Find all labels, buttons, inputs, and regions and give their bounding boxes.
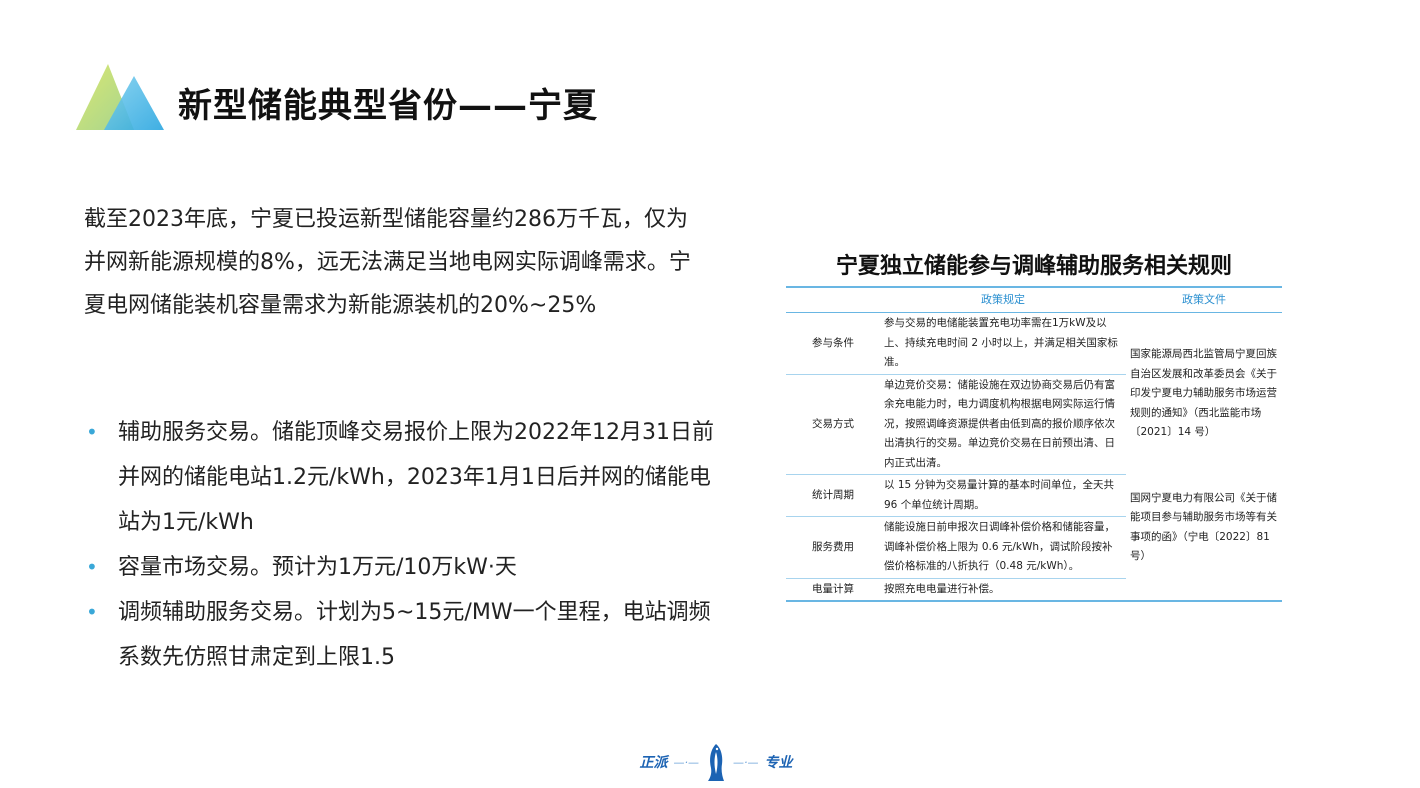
page-title: 新型储能典型省份——宁夏 <box>178 86 598 126</box>
intro-paragraph: 截至2023年底，宁夏已投运新型储能容量约286万千瓦，仅为并网新能源规模的8%… <box>84 207 691 318</box>
category-cell: 统计周期 <box>786 474 880 517</box>
bullet-text: 调频辅助服务交易。计划为5~15元/MW一个里程，电站调频系数先仿照甘肃定到上限… <box>118 600 711 670</box>
table-row: 统计周期 以 15 分钟为交易量计算的基本时间单位，全天共 96 个单位统计周期… <box>786 474 1282 562</box>
list-item: • 容量市场交易。预计为1万元/10万kW·天 <box>84 545 714 590</box>
bullet-dot-icon: • <box>86 420 98 444</box>
table-header-cell: 政策文件 <box>1126 286 1282 313</box>
rule-cell: 单边竞价交易：储能设施在双边协商交易后仍有富余充电能力时，电力调度机构根据电网实… <box>880 374 1126 475</box>
bullet-list: • 辅助服务交易。储能顶峰交易报价上限为2022年12月31日前并网的储能电站1… <box>84 410 714 680</box>
bullet-dot-icon: • <box>86 555 98 579</box>
category-cell: 服务费用 <box>786 516 880 579</box>
document-cell: 国家能源局西北监管局宁夏回族自治区发展和改革委员会《关于印发宁夏电力辅助服务市场… <box>1130 348 1277 438</box>
rule-cell: 储能设施日前申报次日调峰补偿价格和储能容量，调峰补偿价格上限为 0.6 元/kW… <box>880 516 1126 579</box>
list-item: • 辅助服务交易。储能顶峰交易报价上限为2022年12月31日前并网的储能电站1… <box>84 410 714 545</box>
footer-right-text: 专业 <box>764 755 793 771</box>
list-item: • 调频辅助服务交易。计划为5~15元/MW一个里程，电站调频系数先仿照甘肃定到… <box>84 590 714 680</box>
footer-brand: 正派 —·— —·— 专业 <box>636 740 796 784</box>
rule-cell: 按照充电电量进行补偿。 <box>880 578 1126 602</box>
penguin-mascot-icon <box>708 744 724 781</box>
table-header-cell <box>786 286 880 313</box>
rule-cell: 参与交易的电储能装置充电功率需在1万kW及以上、持续充电时间 2 小时以上，并满… <box>880 312 1126 375</box>
bullet-text: 容量市场交易。预计为1万元/10万kW·天 <box>118 555 517 580</box>
empty-cell <box>1126 578 1282 602</box>
bullet-dot-icon: • <box>86 600 98 624</box>
bullet-text: 辅助服务交易。储能顶峰交易报价上限为2022年12月31日前并网的储能电站1.2… <box>118 420 714 535</box>
table-title: 宁夏独立储能参与调峰辅助服务相关规则 <box>835 254 1232 279</box>
category-cell: 交易方式 <box>786 374 880 475</box>
category-cell: 参与条件 <box>786 312 880 375</box>
table-row: 电量计算 按照充电电量进行补偿。 <box>786 578 1282 602</box>
divider-icon: —·— <box>673 755 700 769</box>
footer-left-text: 正派 <box>639 755 668 771</box>
logo-triangles-icon <box>76 64 164 130</box>
table-header-row: 政策规定 政策文件 <box>786 286 1282 313</box>
divider-icon: —·— <box>733 755 759 769</box>
table-header-cell: 政策规定 <box>880 286 1126 313</box>
document-cell: 国网宁夏电力有限公司《关于储能项目参与辅助服务市场等有关事项的函》（宁电〔202… <box>1130 491 1277 563</box>
rules-table: 政策规定 政策文件 参与条件 参与交易的电储能装置充电功率需在1万kW及以上、持… <box>786 286 1282 602</box>
table-row: 参与条件 参与交易的电储能装置充电功率需在1万kW及以上、持续充电时间 2 小时… <box>786 312 1282 438</box>
category-cell: 电量计算 <box>786 578 880 602</box>
rule-cell: 以 15 分钟为交易量计算的基本时间单位，全天共 96 个单位统计周期。 <box>880 474 1126 517</box>
